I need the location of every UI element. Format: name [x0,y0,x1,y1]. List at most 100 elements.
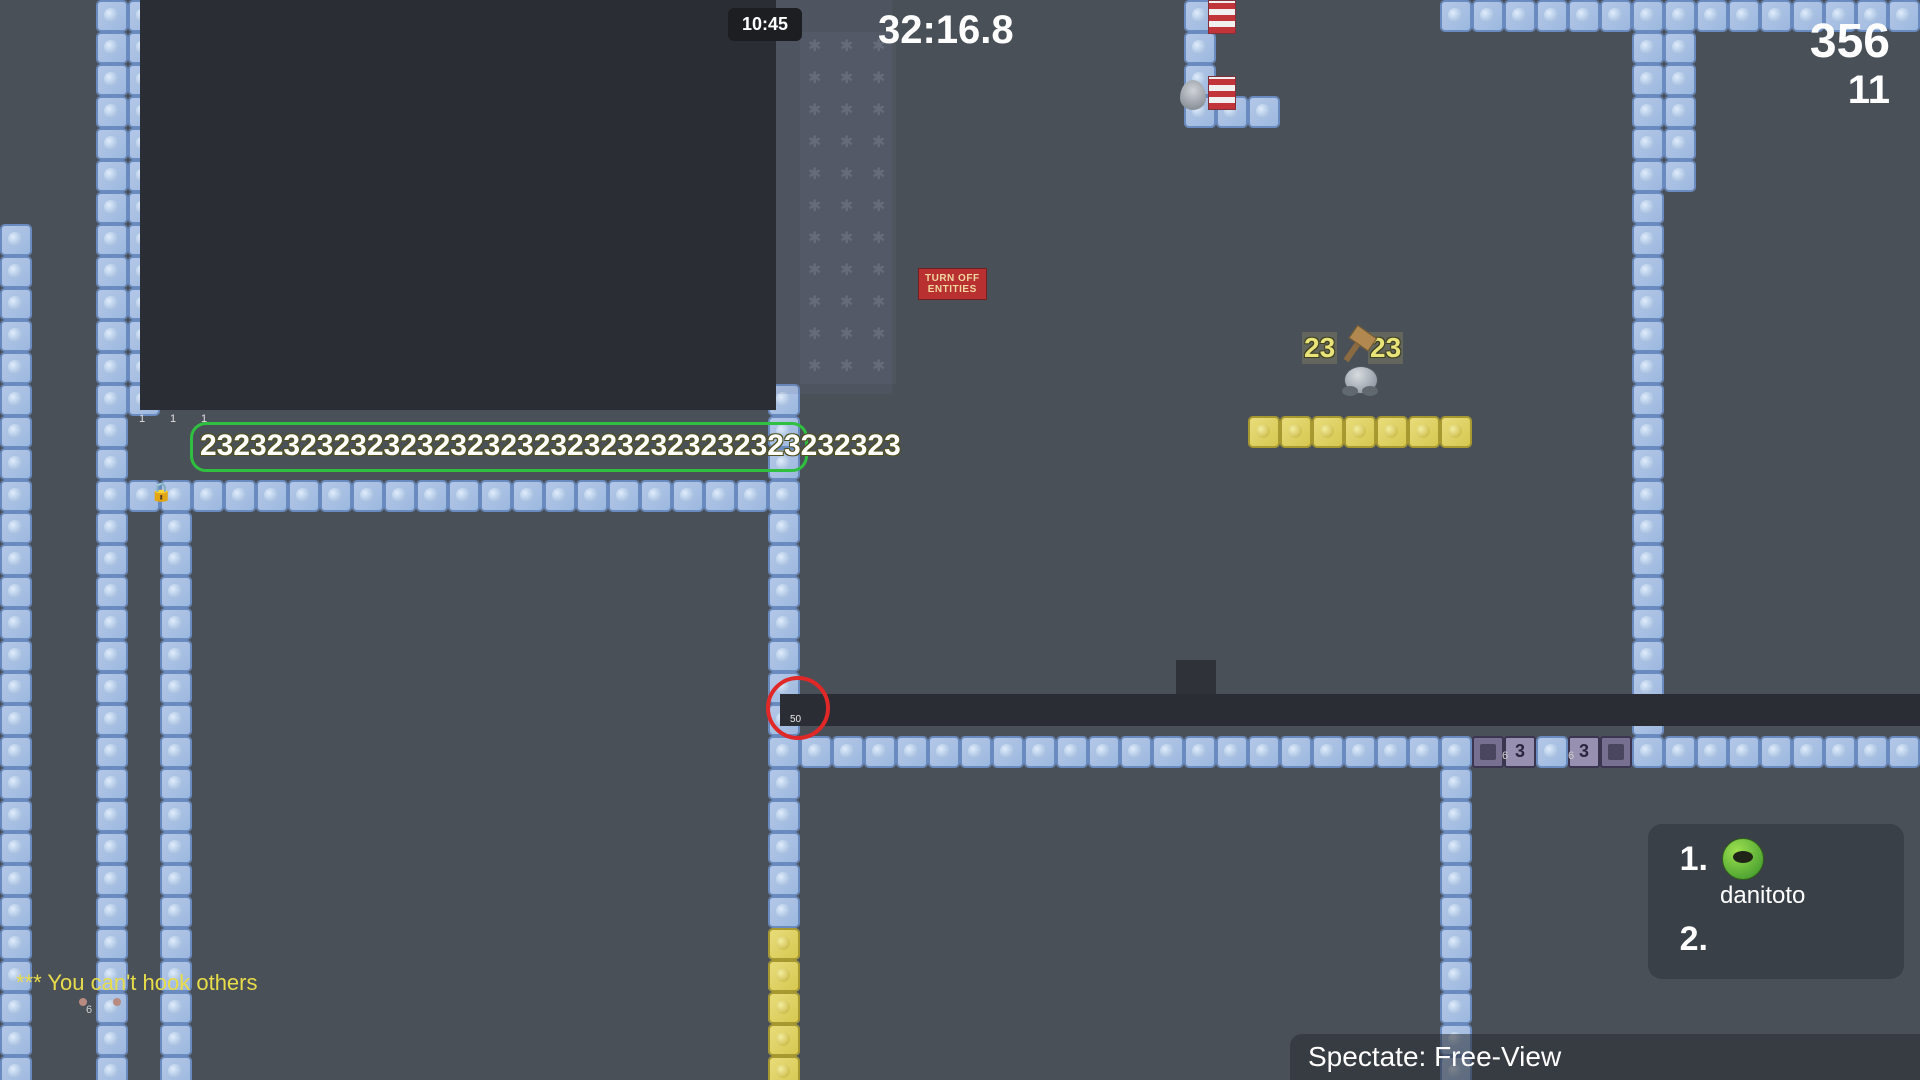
ice-tile [96,224,128,256]
ice-tile [1632,96,1664,128]
lock-icon: 🔒 [150,482,170,506]
ice-tile [1632,224,1664,256]
ice-tile [1248,96,1280,128]
ice-tile [0,992,32,1024]
ice-tile [1632,736,1664,768]
race-timer: 32:16.8 [878,8,1014,53]
ice-tile [96,96,128,128]
ice-tile [1312,736,1344,768]
ice-tile [1632,640,1664,672]
ice-tile [1632,288,1664,320]
tiny-6-b: 6 [1502,750,1508,762]
ice-tile [96,800,128,832]
ice-tile [160,736,192,768]
turn-off-entities-sign: TURN OFF ENTITIES [918,268,987,300]
ice-tile [768,640,800,672]
gold-tile [768,1024,800,1056]
gold-tile [768,928,800,960]
ice-tile [0,320,32,352]
ice-tile [576,480,608,512]
ice-tile [96,192,128,224]
ice-tile [160,832,192,864]
ice-tile [0,800,32,832]
ice-tile [96,384,128,416]
ice-tile [1088,736,1120,768]
ice-tile [0,512,32,544]
ice-tile [0,736,32,768]
ice-tile [0,224,32,256]
ice-tile [160,800,192,832]
ice-tile [1824,736,1856,768]
ice-tile [1632,352,1664,384]
ice-tile [0,928,32,960]
dark-zone [140,0,776,410]
ice-tile [1632,480,1664,512]
ice-tile [96,512,128,544]
ice-tile [1536,736,1568,768]
ice-tile [96,640,128,672]
gold-tile [1408,416,1440,448]
ice-tile [1664,96,1696,128]
ice-tile [0,576,32,608]
ice-tile [1632,160,1664,192]
dark-strip [780,694,1920,726]
ice-tile [448,480,480,512]
gold-tile [1376,416,1408,448]
switch3-tile: 3 [1504,736,1536,768]
ice-tile [1440,768,1472,800]
ice-tile [0,544,32,576]
ice-tile [1568,0,1600,32]
ice-tile [0,704,32,736]
ice-tile [160,608,192,640]
ice-tile [160,576,192,608]
ice-tile [0,384,32,416]
ice-tile [1664,736,1696,768]
ice-tile [0,864,32,896]
ice-tile [0,1024,32,1056]
ice-tile [160,1024,192,1056]
tiny-dot [113,998,121,1006]
gold-tile [1248,416,1280,448]
ice-tile [768,544,800,576]
ice-tile [1440,992,1472,1024]
ice-tile [1216,736,1248,768]
ice-tile [96,544,128,576]
ice-tile [1664,32,1696,64]
ice-tile [0,288,32,320]
ice-tile [1280,736,1312,768]
ice-tile [1856,736,1888,768]
ice-tile [480,480,512,512]
ice-tile [800,736,832,768]
ice-tile [864,736,896,768]
ice-tile [1632,0,1664,32]
ice-tile [96,448,128,480]
ice-tile [96,832,128,864]
ice-tile [1632,256,1664,288]
ice-tile [1664,0,1696,32]
gold-tile [768,992,800,1024]
ice-tile [0,352,32,384]
ice-tile [0,416,32,448]
ice-tile [160,512,192,544]
avatar [1722,838,1764,880]
ice-tile [1024,736,1056,768]
ice-tile [1696,736,1728,768]
ice-tile [96,672,128,704]
ice-tile [1632,448,1664,480]
ice-tile [96,864,128,896]
ice-tile [768,512,800,544]
ice-tile [832,736,864,768]
gold-tile [768,960,800,992]
sign-line1: TURN OFF [925,273,980,284]
ice-tile [192,480,224,512]
ice-tile [0,1056,32,1080]
ice-tile [960,736,992,768]
ice-tile [1888,736,1920,768]
ice-tile [1632,544,1664,576]
chat-message: *** You can't hook others [16,970,258,996]
tiny-6-c: 6 [1568,750,1574,762]
ice-tile [1184,736,1216,768]
ice-tile [768,576,800,608]
ice-tile [1632,416,1664,448]
spectate-bar[interactable]: Spectate: Free-View [1290,1034,1920,1080]
